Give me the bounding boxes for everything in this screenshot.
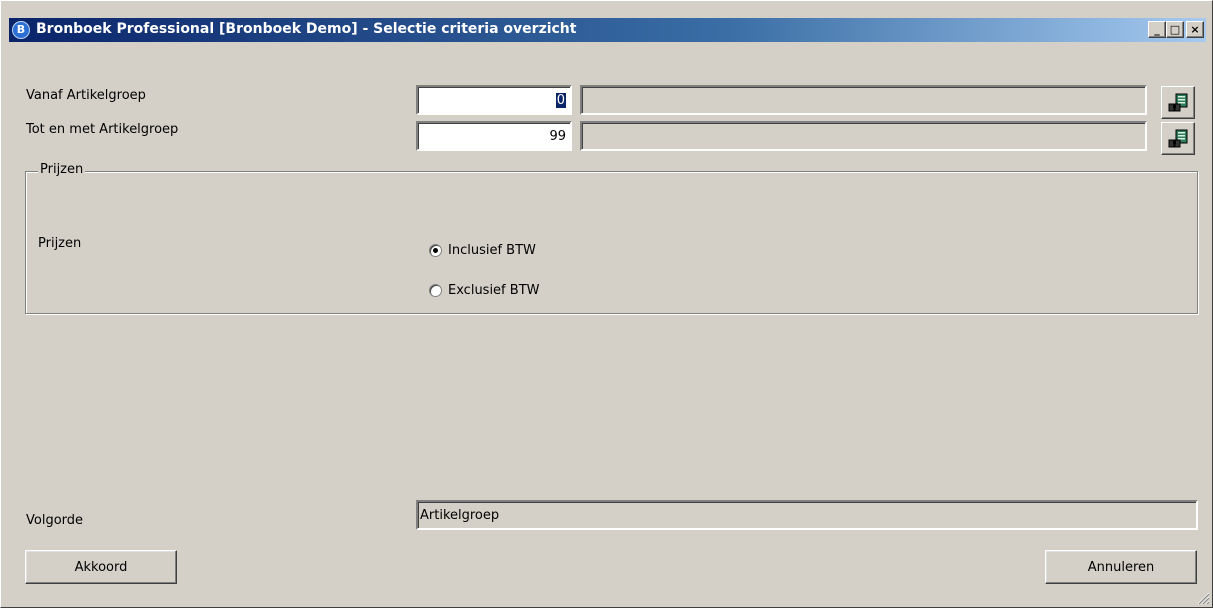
dialog-window: B Bronboek Professional [Bronboek Demo] … [0,0,1213,608]
order-field[interactable]: Artikelgroep [416,500,1198,530]
order-value: Artikelgroep [420,508,500,523]
radio-button[interactable] [429,284,442,297]
to-group-input[interactable]: 99 [416,121,572,151]
prices-groupbox [25,171,1198,314]
lookup-search-icon [1168,93,1188,111]
radio-label: Inclusief BTW [448,243,536,258]
minimize-icon: _ [1154,23,1160,36]
radio-exclusief-btw[interactable]: Exclusief BTW [429,283,539,298]
to-group-value: 99 [549,129,566,144]
from-group-value: 0 [555,93,566,108]
from-group-lookup-button[interactable] [1161,86,1195,119]
radio-button[interactable] [429,244,442,257]
prices-group-title: Prijzen [38,162,86,177]
maximize-icon: □ [1169,23,1181,36]
app-logo-icon: B [12,21,30,39]
minimize-button[interactable]: _ [1148,21,1166,38]
window-title: Bronboek Professional [Bronboek Demo] - … [36,21,577,37]
maximize-button[interactable]: □ [1166,21,1184,38]
order-label: Volgorde [26,513,84,528]
close-icon: × [1190,23,1200,36]
from-group-label: Vanaf Artikelgroep [26,88,146,103]
radio-selected-dot [433,248,438,253]
to-group-label: Tot en met Artikelgroep [26,122,179,137]
window-controls: _ □ × [1148,21,1204,38]
radio-label: Exclusief BTW [448,283,540,298]
from-group-description [580,85,1147,115]
title-bar[interactable]: B Bronboek Professional [Bronboek Demo] … [9,18,1206,42]
to-group-lookup-button[interactable] [1161,122,1195,155]
resize-grip-icon[interactable] [1196,591,1210,605]
from-group-input[interactable]: 0 [416,85,572,115]
radio-inclusief-btw[interactable]: Inclusief BTW [429,243,536,258]
close-button[interactable]: × [1186,21,1204,38]
to-group-description [580,121,1147,151]
cancel-button[interactable]: Annuleren [1045,550,1197,584]
ok-button[interactable]: Akkoord [25,550,177,584]
lookup-search-icon [1168,129,1188,147]
prices-label: Prijzen [38,236,82,251]
